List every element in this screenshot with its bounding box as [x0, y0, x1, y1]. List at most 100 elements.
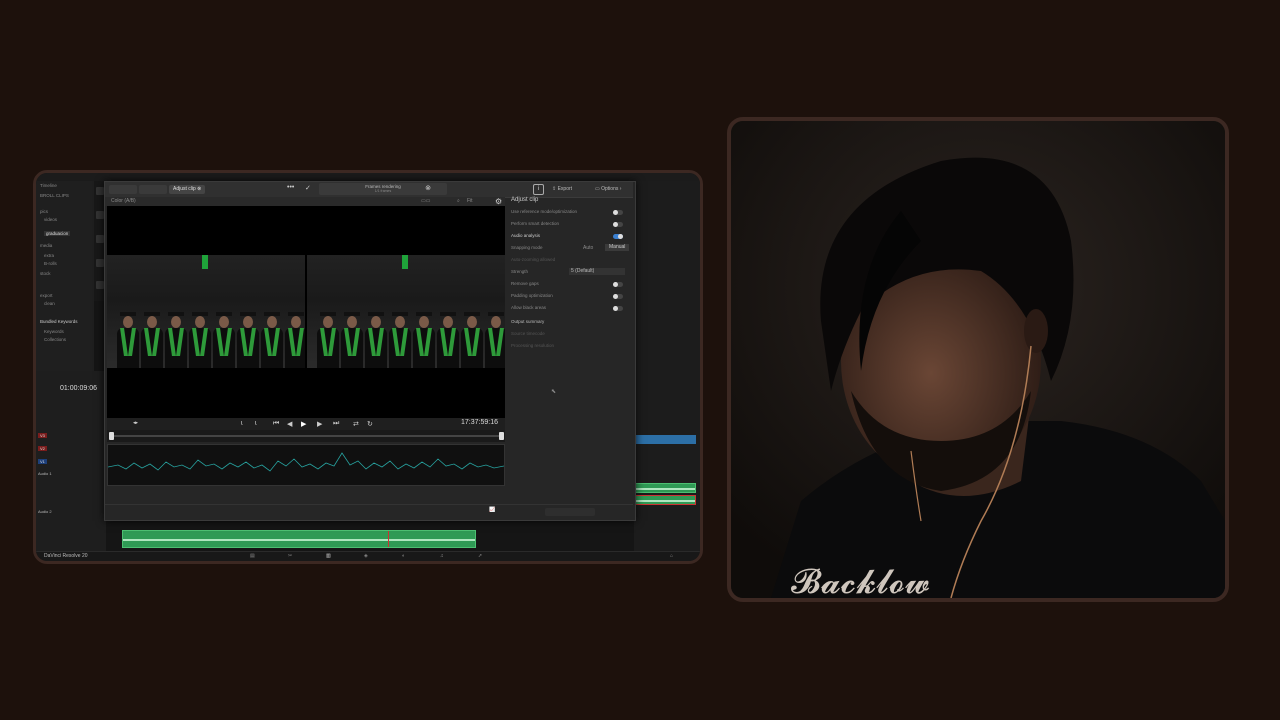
video-preview[interactable] [107, 206, 505, 418]
setting-row: Audio analysis [511, 232, 629, 242]
clip-thumbnail[interactable] [96, 259, 104, 267]
inspector-row[interactable] [636, 223, 698, 230]
track-header-a2[interactable]: Audio 2 [38, 509, 98, 519]
audio-waveform[interactable] [107, 444, 505, 486]
clip-thumbnail[interactable] [96, 235, 104, 243]
waveform-graph [107, 452, 505, 472]
checkmark-icon[interactable]: ✓ [305, 184, 311, 192]
bin-item[interactable]: Keywords [44, 329, 64, 334]
tab-inactive[interactable] [109, 185, 137, 194]
track-header-v3[interactable]: V3 [38, 433, 98, 443]
strength-dropdown[interactable]: 5 (Default) [569, 268, 625, 275]
bin-item[interactable]: Timeline [40, 183, 57, 188]
audio-clip-a2[interactable] [122, 530, 476, 548]
apply-button[interactable] [545, 508, 595, 516]
bin-item[interactable]: BROLL CLIPS [40, 193, 69, 198]
page-cut-icon[interactable]: ✂ [288, 553, 292, 560]
toggle-switch[interactable] [613, 282, 623, 287]
toggle-switch-on[interactable] [613, 234, 623, 239]
page-edit-icon[interactable]: ▥ [326, 553, 331, 560]
clip-thumbnail[interactable] [96, 187, 104, 195]
track-header-v2[interactable]: V2 [38, 446, 98, 456]
export-button[interactable]: ⇪ Export [552, 186, 572, 192]
loop-icon[interactable]: ⇄ [353, 420, 359, 428]
info-icon[interactable]: i [533, 184, 544, 195]
bin-item[interactable]: B-rolls [44, 261, 57, 266]
toggle-switch[interactable] [613, 294, 623, 299]
gear-icon[interactable]: ⚙ [495, 197, 502, 206]
bin-item-selected[interactable]: graduacion [44, 231, 71, 236]
mark-in-icon[interactable]: ɩ [241, 420, 243, 427]
bin-item[interactable]: media [40, 243, 52, 248]
setting-label: Perform smart detection [511, 221, 560, 226]
bin-item[interactable]: extra [44, 253, 54, 258]
step-back-icon[interactable]: ◀ [287, 420, 292, 428]
setting-row: Strength 5 (Default) [511, 268, 629, 278]
track-tag: V1 [38, 459, 47, 464]
mark-out-icon[interactable]: ɩ [255, 420, 257, 427]
scrubber-handle-end[interactable] [499, 432, 504, 440]
setting-row: Allow black areas [511, 304, 629, 314]
track-header-v1[interactable]: V1 [38, 459, 98, 469]
inspector-row[interactable] [636, 213, 698, 220]
clip-thumbnail[interactable] [96, 281, 104, 289]
clip-thumbnail[interactable] [96, 211, 104, 219]
skip-back-icon[interactable]: ⏮ [273, 420, 279, 428]
snapping-auto-option[interactable]: Auto [583, 245, 593, 252]
viewer-label: Color (A/B) [111, 198, 136, 204]
page-fusion-icon[interactable]: ◈ [364, 553, 368, 560]
graph-icon[interactable]: 📈 [489, 507, 495, 514]
bin-item[interactable]: Collections [44, 337, 66, 342]
setting-row: Source timecode [511, 330, 629, 340]
viewer-toolbar: Color (A/B) ▭▭ ⌕ Fit ⚙ [105, 197, 505, 206]
media-pool-bin-list[interactable]: Timeline BROLL CLIPS pics videos graduac… [36, 181, 94, 371]
step-forward-icon[interactable]: ▶ [317, 420, 322, 428]
page-media-icon[interactable]: ▤ [250, 553, 255, 560]
setting-row: Use reference mode/optimization [511, 208, 629, 218]
bin-item[interactable]: export [40, 293, 53, 298]
bin-item[interactable]: stock [40, 271, 51, 276]
toggle-switch[interactable] [613, 210, 623, 215]
options-button[interactable]: ▭ Options › [595, 186, 621, 192]
bin-item[interactable]: clean [44, 301, 55, 306]
page-color-icon[interactable]: ◐ [402, 553, 405, 560]
transport-controls: ◂▸ ɩ ɩ ⏮ ◀ ▶ ▶ ⏭ ⇄ ↻ 17:37:59:16 [107, 418, 505, 430]
bin-item[interactable]: pics [40, 209, 48, 214]
screen-share-frame: Timeline BROLL CLIPS pics videos graduac… [33, 170, 703, 564]
home-icon[interactable]: ⌂ [670, 553, 673, 560]
scrubber-track[interactable] [111, 435, 501, 437]
inspector-row[interactable] [636, 203, 698, 210]
video-clip-blue[interactable] [634, 435, 696, 444]
close-icon[interactable]: ⊗ [425, 184, 431, 192]
track-tag: V3 [38, 433, 47, 438]
page-deliver-icon[interactable]: ➚ [478, 553, 482, 560]
page-fairlight-icon[interactable]: ♫ [440, 553, 444, 560]
bin-item[interactable]: videos [44, 217, 57, 222]
snapping-manual-option[interactable]: Manual [605, 244, 630, 251]
app-name: DaVinci Resolve 20 [44, 553, 88, 559]
jog-icon[interactable]: ◂▸ [133, 420, 138, 426]
tab-adjust-clip[interactable]: Adjust clip ⊗ [169, 185, 206, 194]
tab-inactive[interactable] [139, 185, 167, 194]
setting-row: Output summary [511, 318, 629, 328]
toggle-switch[interactable] [613, 222, 623, 227]
scrubber-handle[interactable] [109, 432, 114, 440]
bin-item[interactable]: Bundled Keywords [40, 319, 78, 324]
setting-row: Padding optimization [511, 292, 629, 302]
track-header-a1[interactable]: Audio 1 [38, 471, 98, 481]
playhead[interactable] [388, 531, 389, 547]
setting-label: Remove gaps [511, 281, 539, 286]
view-mode-icon[interactable]: ▭▭ [421, 198, 430, 205]
audio-clip-right[interactable] [634, 483, 696, 493]
refresh-icon[interactable]: ↻ [367, 420, 373, 428]
play-icon[interactable]: ▶ [301, 420, 306, 428]
zoom-select[interactable]: Fit [467, 198, 473, 205]
dialog-header: Adjust clip ⊗ ••• ✓ Frames rendering 1/1… [105, 182, 633, 198]
audio-clip-right-red[interactable] [634, 495, 696, 505]
more-icon[interactable]: ••• [287, 184, 294, 191]
skip-forward-icon[interactable]: ⏭ [333, 420, 339, 428]
scrubber-bar[interactable] [107, 430, 505, 442]
search-icon[interactable]: ⌕ [457, 198, 460, 205]
toggle-switch[interactable] [613, 306, 623, 311]
status-bar: DaVinci Resolve 20 ▤ ✂ ▥ ◈ ◐ ♫ ➚ ⌂ [36, 551, 700, 561]
